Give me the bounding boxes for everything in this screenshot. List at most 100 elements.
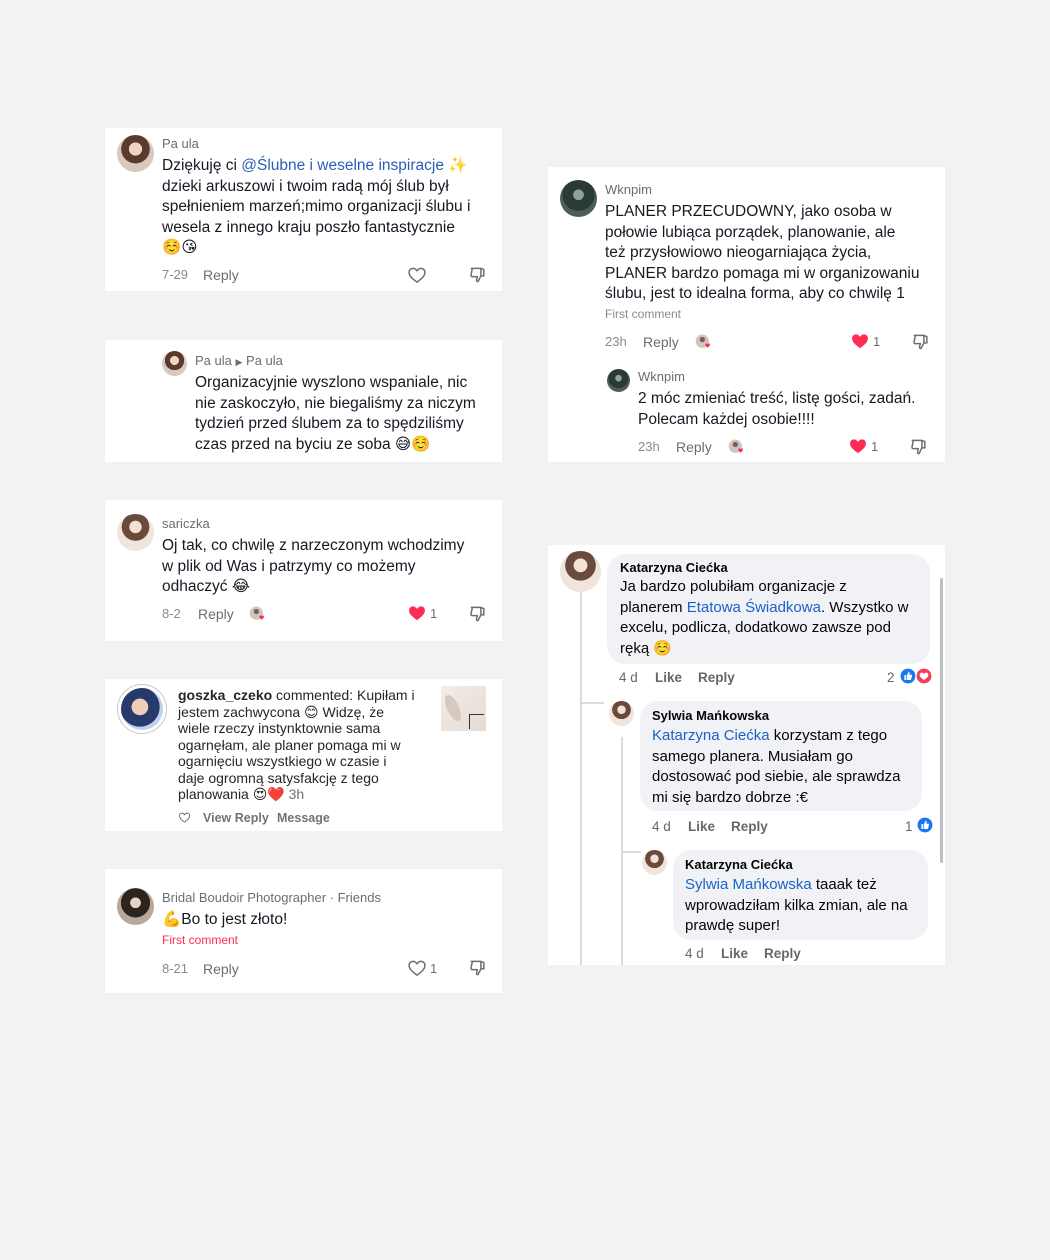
dislike-icon[interactable] [468,958,488,978]
reply-arrow-icon: ▶ [235,357,243,367]
reply-button[interactable]: Reply [731,819,768,834]
comment-date: 8-21 [162,961,189,976]
tagged-user-link[interactable]: Sylwia Mańkowska [685,876,812,893]
comment-line: 2 móc zmieniać treść, listę gości, zadań… [638,390,916,407]
comment-line: Oj tak, co chwilę z narzeczonym wchodzim… [162,537,465,554]
thread-connector [580,702,604,704]
comment-author[interactable]: Sylwia Mańkowska [652,708,769,723]
comment-line: dzieki arkuszowi i twoim radą mój ślub b… [162,177,449,195]
comment-card-wknpim: Wknpim PLANER PRZECUDOWNY, jako osoba w … [548,167,945,462]
reply-text: Organizacyjnie wyszlono wspaniale, nic n… [195,373,500,455]
comment-line: połowie lubiąca porządek, planowanie, al… [605,223,896,241]
comment-card-sariczka: sariczka Oj tak, co chwilę z narzeczonym… [105,500,502,641]
comment-line: korzystam z tego [769,727,888,744]
reply-to-username[interactable]: Pa ula [246,353,283,368]
comment-line: PLANER PRZECUDOWNY, jako osoba w [605,203,892,220]
user-avatar[interactable] [560,551,601,592]
comment-card-pa-ula: Pa ula Dziękuję ci @Ślubne i weselne ins… [105,128,502,291]
comment-emojis: ☺️😘 [162,239,198,256]
ig-comment-text: goszka_czeko commented: Kupiłam i jestem… [178,687,433,803]
dislike-icon[interactable] [909,437,929,457]
reply-button[interactable]: Reply [764,946,801,961]
comment-author[interactable]: Katarzyna Ciećka [620,560,728,575]
user-avatar[interactable] [642,850,667,875]
love-reaction-icon[interactable] [915,667,933,685]
reply-text: 2 móc zmieniać treść, listę gości, zadań… [638,389,943,430]
user-avatar[interactable] [560,180,597,217]
like-reaction-icon[interactable] [916,816,934,834]
mention-link[interactable]: @Ślubne i weselne inspiracje [241,157,444,174]
comment-line: daje ogromną satysfakcję z tego [178,769,379,786]
creator-liked-icon [248,604,268,624]
like-button[interactable]: Like [688,819,715,834]
like-label: Like [655,670,683,685]
view-reply-button[interactable]: View Reply [203,811,269,825]
reply-button[interactable]: Reply [198,606,234,622]
user-avatar[interactable] [117,514,154,551]
user-avatar[interactable] [609,701,634,726]
like-button[interactable]: Like [655,670,682,685]
reply-label: Reply [764,946,801,961]
comment-username[interactable]: Wknpim [605,182,652,197]
dislike-icon[interactable] [911,332,931,352]
dislike-icon[interactable] [468,265,488,285]
user-avatar[interactable] [121,688,163,730]
heart-icon[interactable] [850,331,870,351]
scrollbar[interactable] [940,578,943,863]
instagram-comment-card: goszka_czeko commented: Kupiłam i jestem… [105,679,502,831]
comment-line: ręką ☺️ [620,639,673,657]
comment-text-part: Dziękuję ci [162,157,242,174]
reply-username[interactable]: Wknpim [638,369,685,384]
reply-button[interactable]: Reply [203,267,239,283]
comment-line: wprowadziłam kilka zmian, ale na [685,896,908,914]
heart-icon[interactable] [178,811,191,824]
comment-line: jestem zachwycona 😊 Widzę, że [178,703,385,720]
reply-username[interactable]: Pa ula [195,353,232,368]
thumbnail-doc [469,714,484,729]
heart-icon[interactable] [848,436,868,456]
comment-line: nie zaskoczyło, nie biegaliśmy za niczym [195,394,476,412]
user-avatar[interactable] [117,888,154,925]
user-avatar[interactable] [117,135,154,172]
comment-username[interactable]: sariczka [162,516,210,531]
creator-liked-icon [694,332,714,352]
heart-icon[interactable] [407,265,427,285]
comment-line: . Wszystko w [820,598,909,616]
comment-line: taaak też [811,876,877,893]
comment-line: też przysłowiowo nieogarniająca życia, [605,244,872,261]
reply-button[interactable]: Reply [698,670,735,685]
like-count: 1 [873,334,881,349]
facebook-thread-card: Katarzyna Ciećka Ja bardzo polubiłam org… [548,545,945,965]
tagged-page-link[interactable]: Etatowa Świadkowa [687,599,821,616]
tagged-user-link[interactable]: Katarzyna Ciećka [652,727,770,744]
comment-line: mi się bardzo dobrze :€ [652,788,808,806]
post-thumbnail[interactable] [441,686,486,731]
comment-author[interactable]: Katarzyna Ciećka [685,857,793,872]
comment-line: tydzień przed ślubem za to spędziliśmy [195,415,464,432]
reply-button[interactable]: Reply [203,961,239,977]
like-label: Like [721,946,749,961]
like-button[interactable]: Like [721,946,748,961]
thread-line [580,591,582,965]
reply-button[interactable]: Reply [676,439,712,455]
user-avatar[interactable] [162,351,187,376]
reaction-count: 2 [887,670,895,685]
ig-username[interactable]: goszka_czeko [178,687,272,703]
like-label: Like [688,819,716,834]
comment-text: Oj tak, co chwilę z narzeczonym wchodzim… [162,536,497,598]
dislike-icon[interactable] [468,604,488,624]
comment-line: planerem [620,598,687,616]
comment-date: 23h [605,334,627,349]
comment-date: 7-29 [162,267,189,282]
reply-button[interactable]: Reply [643,334,679,350]
heart-icon[interactable] [407,958,427,978]
comment-line: commented: Kupiłam i [272,687,415,703]
user-avatar[interactable] [607,369,630,392]
heart-icon[interactable] [407,603,427,623]
message-button[interactable]: Message [277,811,330,825]
comment-username[interactable]: Pa ula [162,136,199,151]
comment-card-bridal: Bridal Boudoir Photographer · Friends 💪B… [105,869,502,993]
comment-text: PLANER PRZECUDOWNY, jako osoba w połowie… [605,202,940,305]
thumbnail-feather [441,692,465,724]
comment-username[interactable]: Bridal Boudoir Photographer · Friends [162,890,381,905]
